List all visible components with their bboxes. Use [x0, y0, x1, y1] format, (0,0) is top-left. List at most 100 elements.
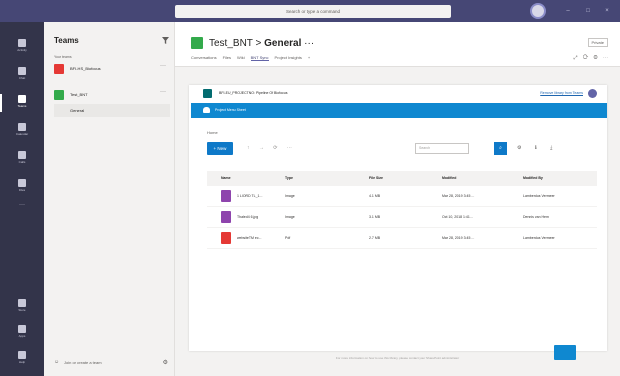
library-footer: For more information on how to use this …: [335, 356, 460, 360]
teams-icon: [18, 95, 26, 103]
move-icon[interactable]: →: [259, 145, 268, 151]
modified-by: Lamberdus Vermeer: [523, 194, 555, 198]
upload-icon[interactable]: ↑: [247, 145, 254, 151]
project-banner[interactable]: Project Menu Sheet: [191, 103, 607, 118]
file-size: 2.7 MB: [369, 236, 381, 240]
file-type: Pdf: [285, 236, 291, 240]
team-name: Test_BNT: [70, 92, 88, 97]
apps-icon: [18, 325, 26, 333]
maximize-icon[interactable]: □: [584, 7, 592, 15]
search-input[interactable]: Search or type a command: [175, 5, 451, 18]
table-header: Name Type File Size Modified Modified By: [207, 171, 597, 186]
column-header[interactable]: Type: [285, 176, 293, 180]
team-item[interactable]: BFI-HS_Biofocus ···: [54, 62, 170, 76]
modified-by: Dennis van Hem: [523, 215, 549, 219]
calendar-icon: [18, 123, 26, 131]
column-header[interactable]: File Size: [369, 176, 383, 180]
team-name: Test_BNT: [209, 38, 253, 49]
more-icon[interactable]: ⋯: [603, 55, 610, 61]
file-name[interactable]: websiteTM ec...: [237, 236, 262, 240]
file-size: 4.1 MB: [369, 194, 381, 198]
table-row[interactable]: websiteTM ec... Pdf 2.7 MB Mar 28, 2019 …: [207, 228, 597, 249]
file-name[interactable]: 1 LIORD TL_1...: [237, 194, 262, 198]
file-size: 3.1 MB: [369, 215, 381, 219]
modified-date: Mar 28, 2019 3:45 ...: [442, 194, 475, 198]
rail-label: Files: [18, 188, 26, 192]
library-search-input[interactable]: Search: [415, 143, 469, 154]
file-name[interactable]: Thaled4 6.jpg: [237, 215, 258, 219]
tab-conversations[interactable]: Conversations: [191, 55, 217, 61]
info-icon[interactable]: ℹ: [535, 145, 543, 151]
rail-calls[interactable]: Calls: [7, 148, 37, 170]
people-icon: ☺: [54, 359, 60, 365]
title-bar: Search or type a command – □ ×: [0, 0, 620, 22]
new-button[interactable]: + New: [207, 142, 233, 155]
rail-label: Calendar: [15, 132, 29, 136]
download-icon[interactable]: ⤓: [550, 145, 558, 151]
tab-files[interactable]: Files: [223, 55, 231, 61]
rail-activity[interactable]: Activity: [7, 36, 37, 58]
modified-date: Oct 10, 2018 1:41...: [442, 215, 473, 219]
rail-label: Store: [18, 308, 26, 312]
rail-teams[interactable]: Teams: [0, 92, 37, 114]
user-avatar[interactable]: [530, 3, 546, 19]
team-item[interactable]: Test_BNT ···: [54, 88, 170, 102]
rail-apps[interactable]: Apps: [7, 322, 37, 344]
expand-icon[interactable]: ⤢: [573, 55, 579, 61]
filter-icon[interactable]: [162, 37, 169, 44]
channel-item-general[interactable]: General: [54, 104, 170, 117]
channel-name: General: [264, 38, 302, 49]
team-logo: [191, 37, 203, 49]
privacy-badge[interactable]: Private: [587, 38, 608, 47]
rail-help[interactable]: Help: [7, 348, 37, 370]
gear-icon[interactable]: ⚙: [163, 359, 168, 366]
column-header[interactable]: Modified: [442, 176, 456, 180]
file-type: Image: [285, 194, 295, 198]
tab-wiki[interactable]: Wiki: [237, 55, 245, 61]
rail-chat[interactable]: Chat: [7, 64, 37, 86]
options-button[interactable]: [588, 89, 597, 98]
table-row[interactable]: 1 LIORD TL_1... Image 4.1 MB Mar 28, 201…: [207, 186, 597, 207]
modified-date: Mar 28, 2019 3:45 ...: [442, 236, 475, 240]
rail-calendar[interactable]: Calendar: [7, 120, 37, 142]
rail-store[interactable]: Store: [7, 296, 37, 318]
column-header[interactable]: Name: [221, 176, 231, 180]
library-path: BFI-EU_PROJECTNO: Pipeline Of Biofocus: [219, 91, 288, 95]
app-rail: Activity Chat Teams Calendar Calls Files…: [0, 22, 44, 376]
more-icon[interactable]: ···: [160, 89, 166, 95]
rail-label: Activity: [17, 48, 27, 52]
tab-bar: Conversations Files Wiki BNT Sync Projec…: [191, 55, 310, 61]
rail-more[interactable]: ···: [7, 202, 37, 224]
tab-project-insights[interactable]: Project Insights: [275, 55, 302, 61]
channel-title: Test_BNT > General ···: [209, 38, 314, 49]
minimize-icon[interactable]: –: [564, 7, 572, 15]
store-icon: [18, 299, 26, 307]
sharepoint-card: BFI-EU_PROJECTNO: Pipeline Of Biofocus R…: [189, 85, 607, 360]
more-icon[interactable]: ⋯: [287, 145, 296, 151]
close-icon[interactable]: ×: [603, 7, 611, 15]
sync-icon[interactable]: ⟳: [273, 145, 281, 151]
search-button[interactable]: ⌕: [494, 142, 507, 155]
add-tab-button[interactable]: +: [308, 55, 310, 61]
banner-text: Project Menu Sheet: [215, 108, 246, 112]
rail-label: Help: [18, 360, 26, 364]
refresh-icon[interactable]: ⟳: [583, 55, 590, 61]
file-table: Name Type File Size Modified Modified By…: [207, 171, 597, 249]
tab-content: BFI-EU_PROJECTNO: Pipeline Of Biofocus R…: [175, 67, 620, 376]
column-header[interactable]: Modified By: [523, 176, 543, 180]
settings-icon[interactable]: ⚙: [517, 145, 527, 151]
remove-library-link[interactable]: Remove library from Teams: [540, 91, 583, 95]
panel-title: Teams: [54, 36, 79, 45]
more-icon[interactable]: ···: [304, 38, 314, 49]
rail-label: Apps: [18, 334, 26, 338]
section-label: Your teams: [54, 55, 72, 59]
image-file-icon: [221, 211, 231, 223]
join-team-button[interactable]: ☺ Join or create a team ⚙: [54, 358, 170, 368]
globe-icon[interactable]: ◍: [594, 55, 600, 61]
tab-bnt-sync[interactable]: BNT Sync: [250, 55, 269, 61]
more-icon[interactable]: ···: [160, 63, 166, 69]
table-row[interactable]: Thaled4 6.jpg Image 3.1 MB Oct 10, 2018 …: [207, 207, 597, 228]
sharepoint-icon: [203, 89, 212, 98]
breadcrumb[interactable]: Home: [207, 130, 218, 135]
rail-files[interactable]: Files: [7, 176, 37, 198]
